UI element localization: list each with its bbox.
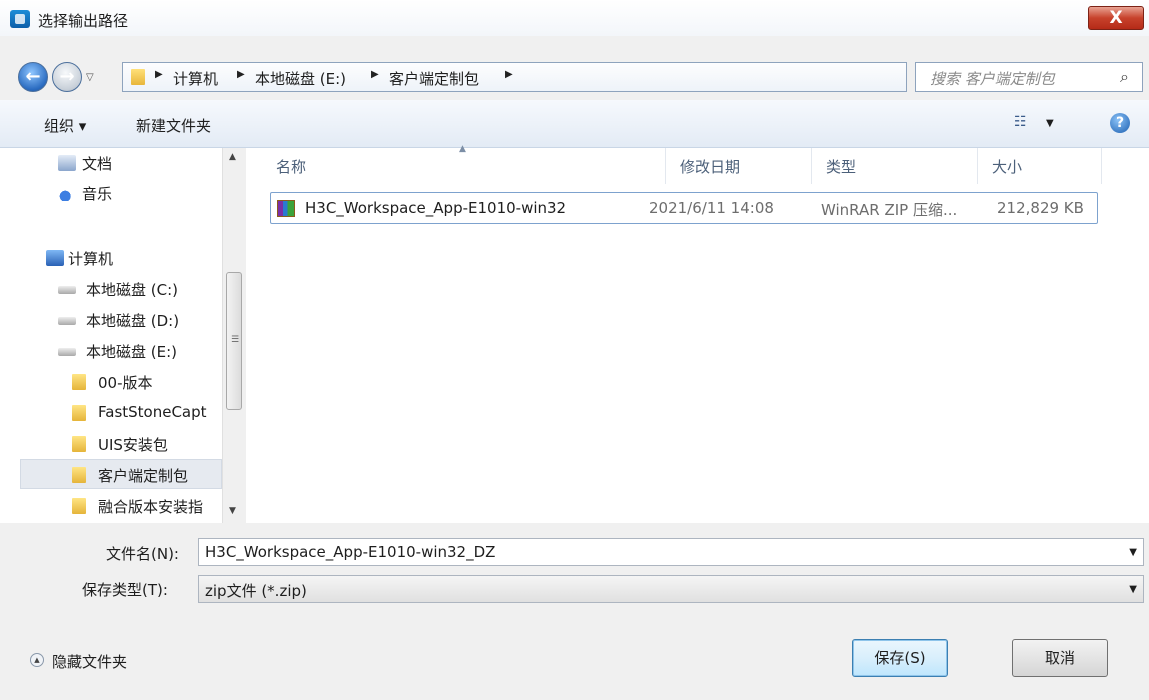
- scroll-up-icon[interactable]: ▲: [229, 152, 236, 162]
- view-options-icon[interactable]: ☷: [1014, 114, 1032, 132]
- save-button[interactable]: 保存(S): [852, 639, 948, 677]
- scrollbar-thumb[interactable]: ☰: [226, 272, 242, 410]
- filetype-label: 保存类型(T):: [82, 581, 168, 599]
- title-bar: 选择输出路径 X: [0, 0, 1149, 36]
- grip-icon: ☰: [231, 335, 240, 345]
- collapse-icon: ▲: [30, 653, 44, 667]
- file-modified: 2021/6/11 14:08: [649, 199, 774, 217]
- column-header-type[interactable]: 类型: [812, 148, 978, 184]
- filetype-select[interactable]: zip文件 (*.zip) ▼: [198, 575, 1144, 603]
- close-button[interactable]: X: [1088, 6, 1144, 30]
- nav-item-label: 计算机: [68, 250, 114, 268]
- folder-icon: [72, 374, 86, 390]
- filetype-value: zip文件 (*.zip): [205, 582, 307, 600]
- back-button[interactable]: ←: [18, 62, 48, 92]
- nav-item-label: FastStoneCapt: [98, 403, 207, 421]
- filename-label: 文件名(N):: [106, 545, 179, 563]
- winrar-archive-icon: [277, 200, 295, 217]
- window-title: 选择输出路径: [38, 12, 129, 30]
- breadcrumb-separator-icon[interactable]: ▶: [371, 69, 379, 80]
- new-folder-button[interactable]: 新建文件夹: [136, 115, 211, 136]
- command-bar: 组织 ▾ 新建文件夹 ☷ ▼ ?: [0, 100, 1149, 148]
- column-header-label: 名称: [276, 158, 307, 176]
- folder-icon: [72, 467, 86, 483]
- document-icon: [58, 155, 76, 171]
- music-icon: [58, 185, 76, 201]
- app-icon: [10, 10, 30, 28]
- cancel-button[interactable]: 取消: [1012, 639, 1108, 677]
- nav-item-documents[interactable]: 文档: [0, 148, 222, 178]
- chevron-down-icon[interactable]: ▼: [1129, 584, 1137, 595]
- nav-item-label: UIS安装包: [98, 436, 168, 454]
- search-input[interactable]: 搜索 客户端定制包 ⌕: [915, 62, 1143, 92]
- folder-icon: [131, 69, 145, 85]
- file-row[interactable]: H3C_Workspace_App-E1010-win32 2021/6/11 …: [270, 192, 1098, 224]
- nav-item-label: 本地磁盘 (E:): [86, 343, 178, 361]
- column-header-label: 修改日期: [680, 158, 741, 176]
- nav-item-label: 文档: [82, 155, 113, 173]
- nav-item-folder-client-pack[interactable]: 客户端定制包: [20, 459, 222, 489]
- search-icon[interactable]: ⌕: [1120, 67, 1129, 87]
- scroll-down-icon[interactable]: ▼: [229, 506, 236, 516]
- column-header-name[interactable]: 名称 ▲: [262, 144, 666, 184]
- file-size: 212,829 KB: [997, 199, 1084, 217]
- drive-icon: [58, 317, 76, 325]
- breadcrumb-current-folder[interactable]: 客户端定制包: [389, 68, 479, 89]
- computer-icon: [46, 250, 64, 266]
- column-header-modified[interactable]: 修改日期: [666, 148, 812, 184]
- file-type: WinRAR ZIP 压缩...: [821, 201, 958, 219]
- help-icon[interactable]: ?: [1110, 113, 1130, 133]
- nav-item-drive-e[interactable]: 本地磁盘 (E:): [0, 336, 222, 366]
- drive-icon: [58, 286, 76, 294]
- nav-item-folder-00[interactable]: 00-版本: [0, 367, 222, 397]
- back-arrow-icon: ←: [25, 66, 41, 87]
- column-header-size[interactable]: 大小: [978, 148, 1102, 184]
- folder-icon: [72, 436, 86, 452]
- forward-button[interactable]: →: [52, 62, 82, 92]
- breadcrumb-drive-e[interactable]: 本地磁盘 (E:): [255, 68, 346, 89]
- nav-item-folder-uis[interactable]: UIS安装包: [0, 429, 222, 459]
- breadcrumb-separator-icon[interactable]: ▶: [155, 69, 163, 80]
- nav-item-drive-c[interactable]: 本地磁盘 (C:): [0, 274, 222, 304]
- address-bar[interactable]: ▶ 计算机 ▶ 本地磁盘 (E:) ▶ 客户端定制包 ▶ ▼ ⟳: [122, 62, 1022, 92]
- organize-button[interactable]: 组织 ▾: [44, 115, 86, 136]
- history-dropdown-icon[interactable]: ▽: [86, 72, 94, 83]
- folder-icon: [72, 498, 86, 514]
- forward-arrow-icon: →: [59, 66, 75, 87]
- nav-item-label: 融合版本安装指: [98, 498, 204, 516]
- drive-icon: [58, 348, 76, 356]
- nav-item-folder-faststone[interactable]: FastStoneCapt: [0, 398, 222, 428]
- folder-icon: [72, 405, 86, 421]
- breadcrumb-computer[interactable]: 计算机: [173, 68, 218, 89]
- nav-scrollbar[interactable]: ▲ ☰ ▼: [222, 148, 244, 523]
- nav-item-folder-fusion[interactable]: 融合版本安装指: [0, 491, 222, 521]
- file-name: H3C_Workspace_App-E1010-win32: [305, 199, 567, 217]
- nav-item-computer[interactable]: 计算机: [0, 243, 222, 273]
- search-placeholder: 搜索 客户端定制包: [930, 70, 1055, 88]
- sort-ascending-icon: ▲: [459, 144, 466, 154]
- column-header-label: 类型: [826, 158, 857, 176]
- hide-folders-label: 隐藏文件夹: [52, 653, 128, 671]
- nav-item-label: 客户端定制包: [98, 467, 189, 485]
- nav-item-label: 本地磁盘 (D:): [86, 312, 180, 330]
- file-list: 名称 ▲ 修改日期 类型 大小 H3C_Workspace_App-E1010-…: [246, 144, 1149, 523]
- nav-item-label: 00-版本: [98, 374, 153, 392]
- save-dialog: 选择输出路径 X ← → ▽ ▶ 计算机 ▶ 本地磁盘 (E:) ▶ 客户端定制…: [0, 0, 1149, 700]
- filename-value: H3C_Workspace_App-E1010-win32_DZ: [205, 543, 496, 561]
- nav-item-drive-d[interactable]: 本地磁盘 (D:): [0, 305, 222, 335]
- nav-item-label: 音乐: [82, 185, 113, 203]
- breadcrumb-separator-icon[interactable]: ▶: [505, 69, 513, 80]
- navigation-pane: 文档 音乐 计算机 本地磁盘 (C:) 本地磁盘 (D:) 本地磁盘 (E:) …: [0, 148, 244, 523]
- column-header-label: 大小: [992, 158, 1023, 176]
- filename-field[interactable]: H3C_Workspace_App-E1010-win32_DZ ▼: [198, 538, 1144, 566]
- breadcrumb-separator-icon[interactable]: ▶: [237, 69, 245, 80]
- chevron-down-icon[interactable]: ▼: [1129, 547, 1137, 558]
- view-dropdown-icon[interactable]: ▼: [1046, 118, 1054, 129]
- nav-item-music[interactable]: 音乐: [0, 178, 222, 208]
- nav-item-label: 本地磁盘 (C:): [86, 281, 178, 299]
